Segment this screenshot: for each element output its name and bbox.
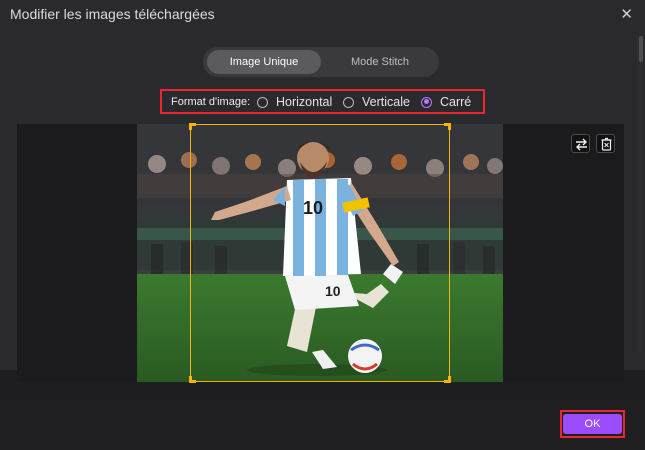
image-format-group: Format d'image: Horizontal Verticale Car…: [160, 89, 485, 114]
delete-button[interactable]: [596, 134, 615, 153]
mode-switch: Image Unique Mode Stitch: [203, 47, 439, 77]
radio-circle-icon: [343, 96, 354, 108]
dialog-titlebar: Modifier les images téléchargées ✕: [0, 0, 645, 30]
dialog-title: Modifier les images téléchargées: [10, 6, 215, 22]
tab-mode-stitch[interactable]: Mode Stitch: [325, 50, 435, 74]
close-icon[interactable]: ✕: [620, 5, 633, 23]
radio-carre[interactable]: Carré: [421, 95, 471, 109]
radio-verticale-label: Verticale: [362, 95, 410, 109]
delete-icon: [601, 137, 612, 151]
crop-handle-bottom-left[interactable]: [189, 376, 196, 383]
crop-handle-bottom-right[interactable]: [444, 376, 451, 383]
radio-verticale[interactable]: Verticale: [343, 95, 410, 109]
crop-handle-top-right[interactable]: [444, 123, 451, 130]
radio-checked-icon: [421, 96, 432, 108]
radio-carre-label: Carré: [440, 95, 472, 109]
swap-icon: [576, 138, 587, 151]
tab-image-unique[interactable]: Image Unique: [207, 50, 321, 74]
radio-circle-icon: [257, 96, 268, 108]
image-format-label: Format d'image:: [171, 96, 251, 108]
scrollbar-thumb[interactable]: [639, 36, 643, 62]
ok-button[interactable]: OK: [563, 414, 622, 434]
swap-button[interactable]: [571, 134, 590, 153]
scrollbar-track[interactable]: [637, 34, 643, 352]
radio-horizontal[interactable]: Horizontal: [257, 95, 332, 109]
dialog-footer: [0, 400, 645, 450]
radio-horizontal-label: Horizontal: [276, 95, 333, 109]
crop-handle-top-left[interactable]: [189, 123, 196, 130]
crop-frame[interactable]: [189, 123, 451, 383]
